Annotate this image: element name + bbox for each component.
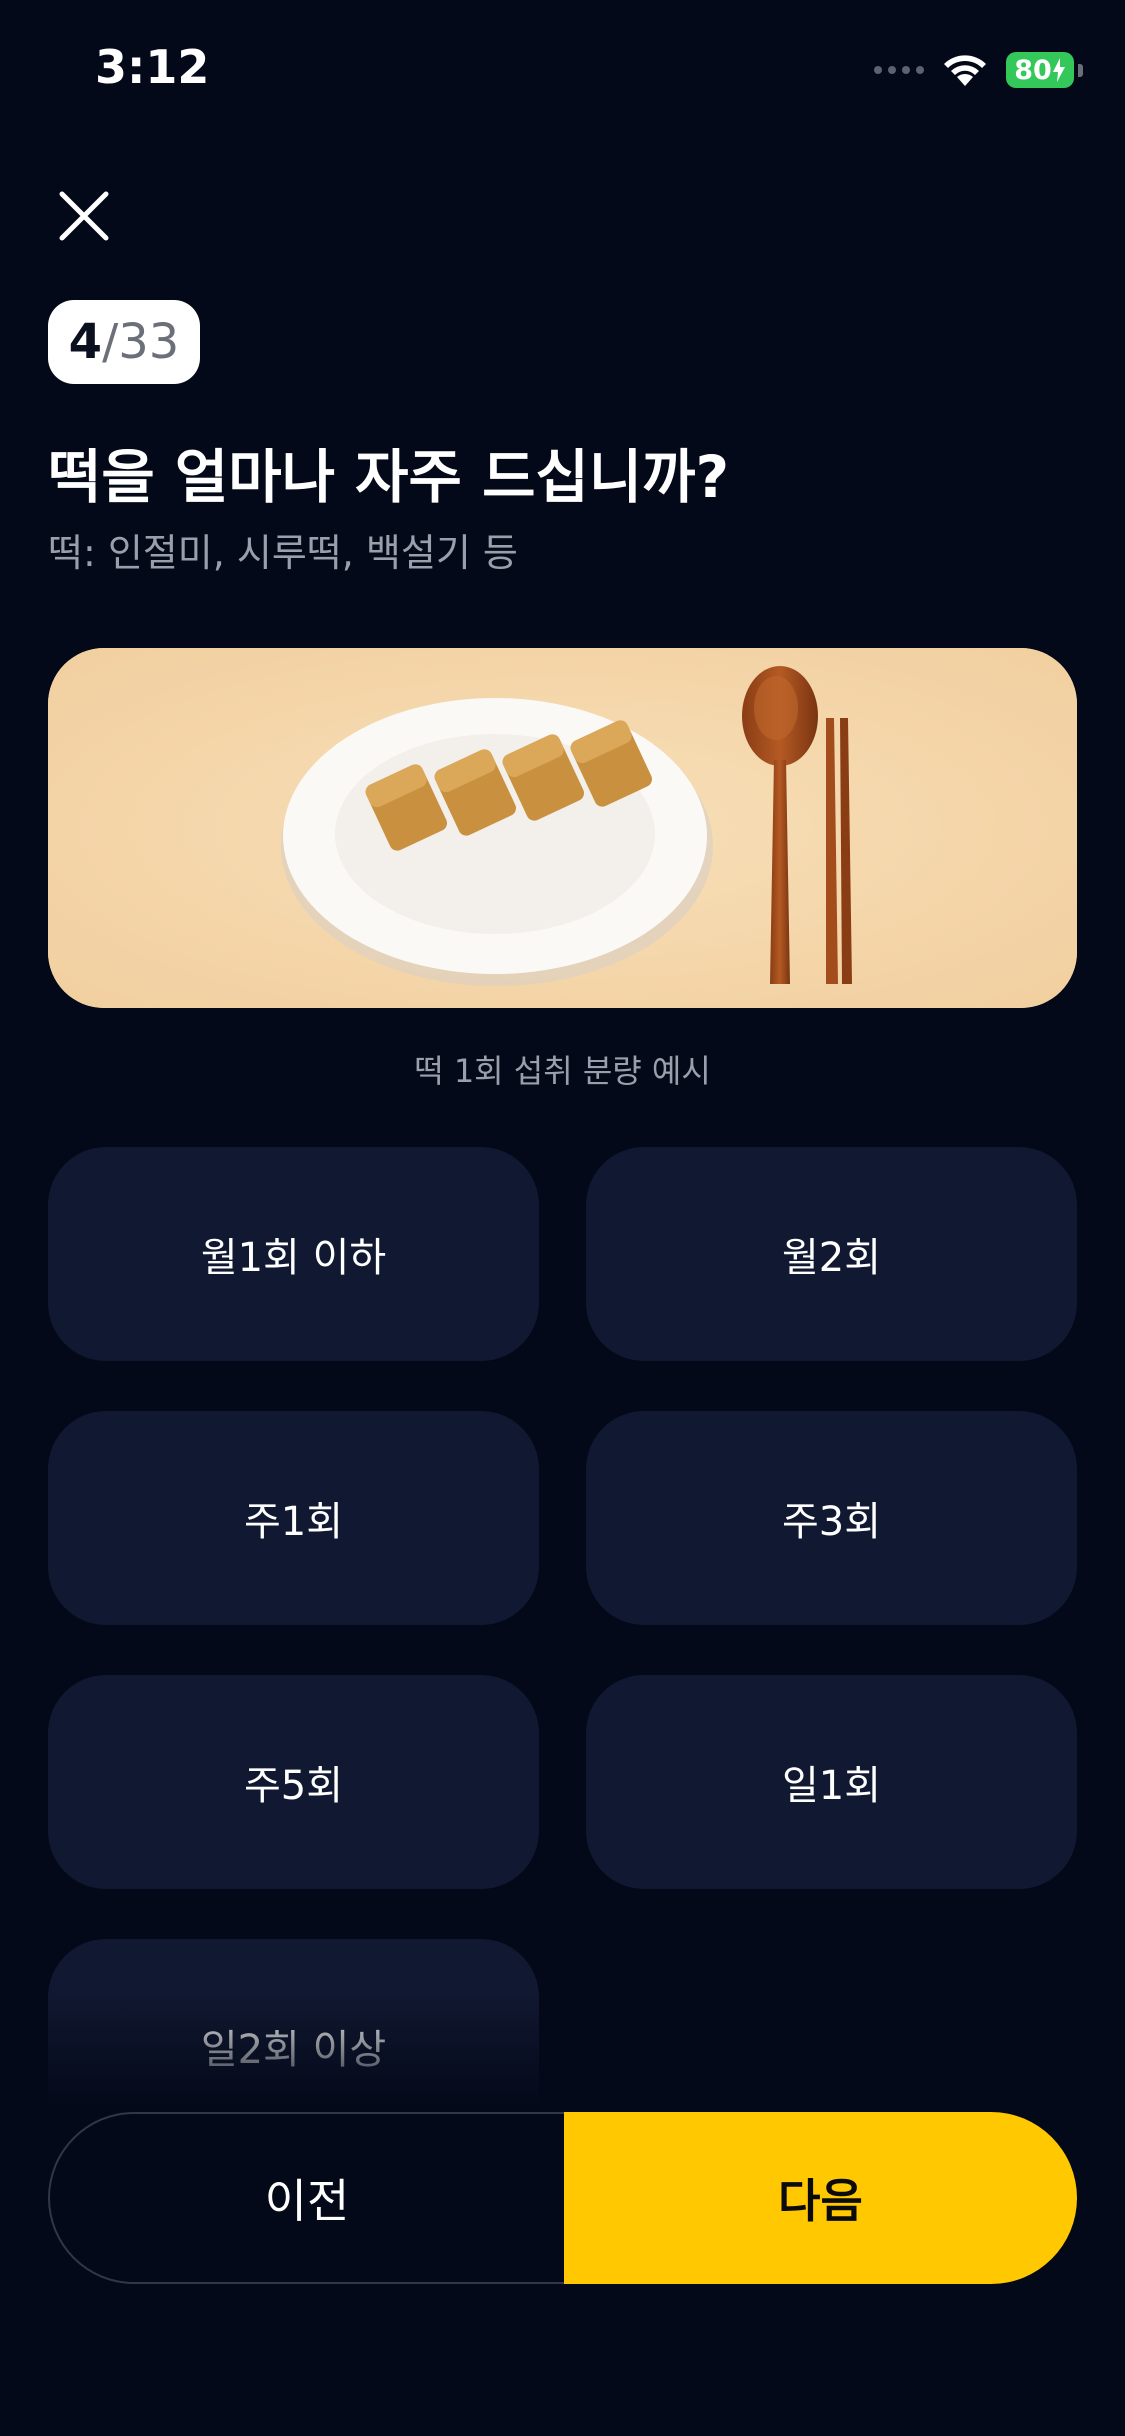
progress-total: 33 [118,314,180,370]
wifi-icon [944,55,986,86]
option-daily-once[interactable]: 일1회 [586,1675,1077,1889]
progress-badge: 4/33 [48,300,200,384]
image-caption: 떡 1회 섭취 분량 예시 [414,1052,711,1090]
charging-bolt-icon [1052,58,1065,82]
battery-cap [1078,63,1083,77]
status-indicators: 80 [874,48,1083,92]
prev-button[interactable]: 이전 [48,2112,564,2284]
question-subtitle: 떡: 인절미, 시루떡, 백설기 등 [48,531,518,575]
option-monthly-twice[interactable]: 월2회 [586,1147,1077,1361]
option-weekly-once[interactable]: 주1회 [48,1411,539,1625]
option-weekly-five[interactable]: 주5회 [48,1675,539,1889]
battery-level: 80 [1014,54,1052,86]
option-weekly-three[interactable]: 주3회 [586,1411,1077,1625]
food-portion-image [48,648,1077,1008]
close-button[interactable] [56,188,112,244]
cellular-signal-icon [874,66,924,74]
progress-current: 4 [68,314,103,370]
question-title: 떡을 얼마나 자주 드십니까? [48,443,730,511]
close-icon [59,191,109,241]
status-time: 3:12 [95,40,210,94]
next-button[interactable]: 다음 [564,2112,1077,2284]
option-monthly-once-or-less[interactable]: 월1회 이하 [48,1147,539,1361]
progress-separator: / [102,314,119,370]
battery-charging-icon: 80 [1006,52,1074,88]
